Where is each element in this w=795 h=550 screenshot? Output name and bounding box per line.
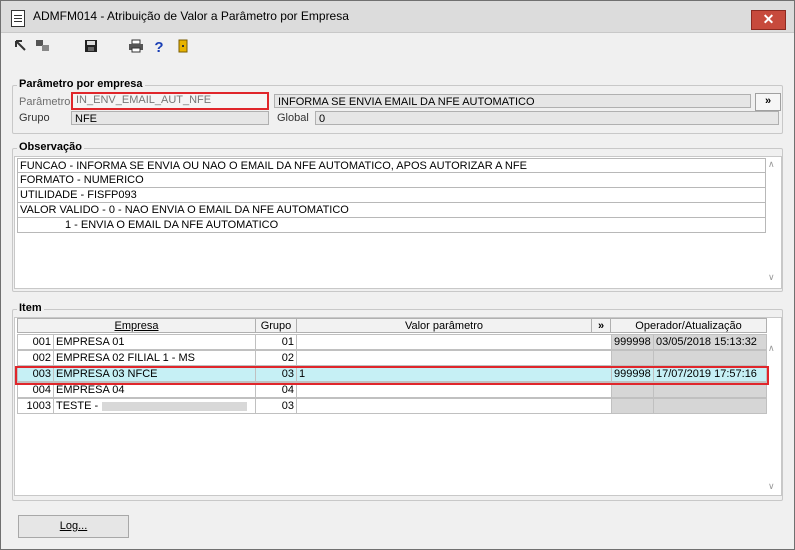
cell-data (653, 350, 767, 366)
observacao-text: FUNCAO - INFORMA SE ENVIA OU NAO O EMAIL… (14, 156, 782, 289)
header-operador[interactable]: Operador/Atualização (610, 318, 767, 333)
observacao-line: VALOR VALIDO - 0 - NAO ENVIA O EMAIL DA … (17, 203, 766, 218)
scroll-down-icon[interactable]: ∨ (768, 272, 775, 283)
cell-grupo: 02 (255, 350, 297, 366)
header-grupo[interactable]: Grupo (255, 318, 297, 333)
main-window: ADMFM014 - Atribuição de Valor a Parâmet… (0, 0, 795, 550)
item-legend: Item (17, 302, 44, 314)
parametro-lookup-button[interactable]: » (755, 93, 781, 111)
cell-grupo: 03 (255, 398, 297, 414)
document-icon (11, 10, 25, 27)
table-row[interactable]: 001 EMPRESA 01 01 999998 03/05/2018 15:1… (17, 334, 767, 350)
forward-icon[interactable] (34, 39, 52, 57)
exit-icon[interactable] (174, 39, 192, 57)
cell-empresa: TESTE - (53, 398, 256, 414)
selection-highlight (15, 366, 769, 385)
scroll-up-icon[interactable]: ∧ (768, 343, 775, 354)
grupo-field: NFE (71, 111, 269, 125)
cell-operador: 999998 (611, 334, 654, 350)
cell-grupo: 01 (255, 334, 297, 350)
print-icon[interactable] (127, 39, 145, 57)
parametro-description: INFORMA SE ENVIA EMAIL DA NFE AUTOMATICO (274, 94, 751, 108)
cell-empresa: EMPRESA 01 (53, 334, 256, 350)
scroll-down-icon[interactable]: ∨ (768, 481, 775, 492)
header-more-button[interactable]: » (591, 318, 611, 333)
close-button[interactable]: ✕ (751, 10, 786, 30)
parametro-input[interactable]: IN_ENV_EMAIL_AUT_NFE (71, 92, 269, 110)
cell-operador (611, 350, 654, 366)
observacao-line: FORMATO - NUMERICO (17, 173, 766, 188)
observacao-line: 1 - ENVIA O EMAIL DA NFE AUTOMATICO (17, 218, 766, 233)
global-field: 0 (315, 111, 779, 125)
item-grid: Empresa Grupo Valor parâmetro » Operador… (14, 317, 782, 496)
cell-empresa-text: TESTE - (56, 400, 99, 412)
observacao-line: UTILIDADE - FISFP093 (17, 188, 766, 203)
save-icon[interactable] (82, 39, 100, 57)
observacao-line: FUNCAO - INFORMA SE ENVIA OU NAO O EMAIL… (17, 158, 766, 173)
cell-valor[interactable] (296, 334, 612, 350)
cell-data (653, 398, 767, 414)
header-valor[interactable]: Valor parâmetro (296, 318, 592, 333)
table-row[interactable]: 1003 TESTE - 03 (17, 398, 767, 414)
parametro-label: Parâmetro (19, 96, 71, 108)
header-empresa-label: Empresa (114, 320, 159, 332)
cell-data: 03/05/2018 15:13:32 (653, 334, 767, 350)
cell-empresa: EMPRESA 02 FILIAL 1 - MS (53, 350, 256, 366)
header-empresa[interactable]: Empresa (17, 318, 256, 333)
scroll-up-icon[interactable]: ∧ (768, 159, 775, 170)
log-button[interactable]: Log... (18, 515, 129, 538)
cell-code: 1003 (17, 398, 54, 414)
log-button-label: Log... (59, 520, 88, 532)
global-label: Global (277, 112, 309, 124)
table-row[interactable]: 002 EMPRESA 02 FILIAL 1 - MS 02 (17, 350, 767, 366)
cell-operador (611, 398, 654, 414)
cell-code: 001 (17, 334, 54, 350)
window-title: ADMFM014 - Atribuição de Valor a Parâmet… (33, 9, 349, 23)
back-icon[interactable] (12, 39, 30, 57)
cell-valor[interactable] (296, 398, 612, 414)
observacao-legend: Observação (17, 141, 84, 153)
grupo-label: Grupo (19, 112, 50, 124)
cell-code: 002 (17, 350, 54, 366)
help-icon[interactable]: ? (150, 39, 168, 57)
parametro-legend: Parâmetro por empresa (17, 78, 145, 90)
cell-valor[interactable] (296, 350, 612, 366)
title-bar: ADMFM014 - Atribuição de Valor a Parâmet… (1, 1, 794, 33)
redacted-text (102, 401, 248, 411)
